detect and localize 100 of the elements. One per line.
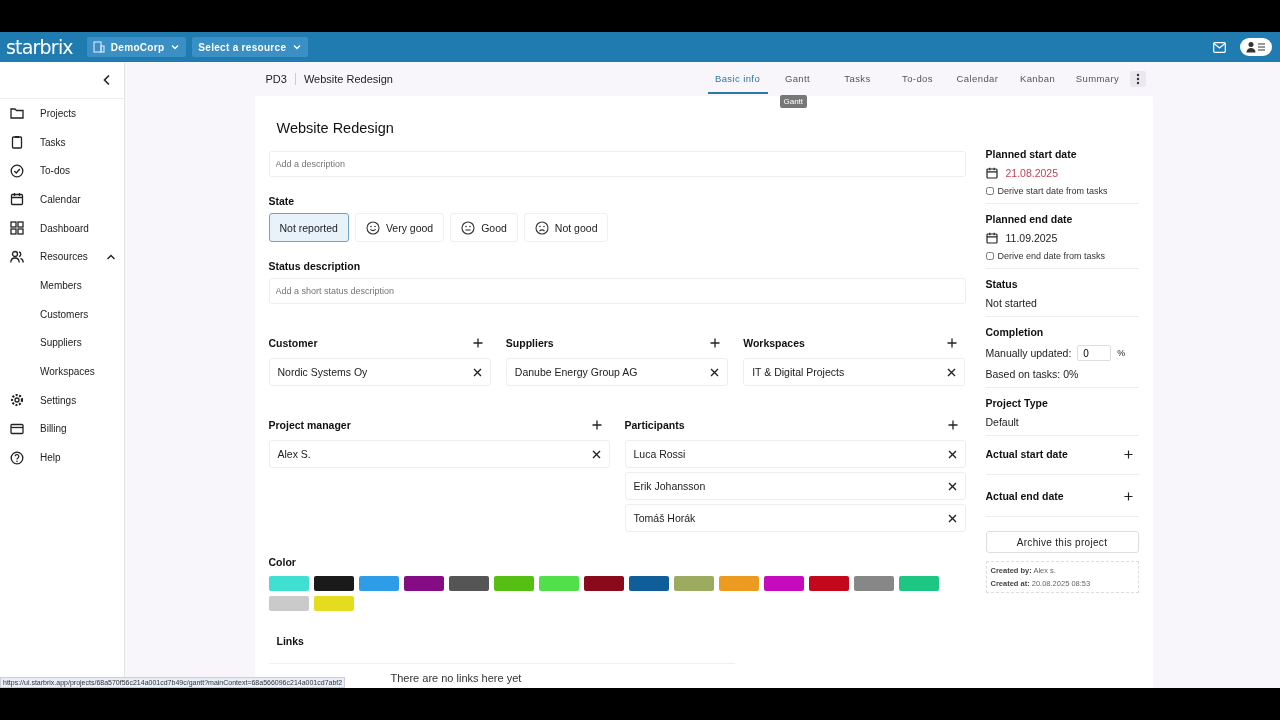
add-icon[interactable] bbox=[472, 338, 483, 348]
state-option[interactable]: Very good bbox=[354, 213, 445, 242]
tab[interactable]: Kanban bbox=[1007, 64, 1068, 94]
calendar-icon[interactable] bbox=[985, 167, 998, 179]
section-label: Links bbox=[276, 635, 304, 647]
status-description-field[interactable]: Add a short status description bbox=[268, 278, 966, 304]
help-icon bbox=[10, 450, 24, 465]
item-name: IT & Digital Projects bbox=[752, 366, 845, 378]
calendar-icon[interactable] bbox=[985, 232, 998, 244]
end-date[interactable]: 11.09.2025 bbox=[1005, 232, 1058, 244]
color-swatch[interactable] bbox=[403, 576, 444, 591]
checkbox[interactable] bbox=[985, 187, 994, 195]
item-name: Nordic Systems Oy bbox=[277, 366, 368, 378]
sidebar-subitem[interactable]: Workspaces bbox=[0, 357, 124, 386]
section-label: Color bbox=[268, 556, 296, 568]
state-option[interactable]: Not reported bbox=[268, 213, 349, 242]
color-swatch[interactable] bbox=[448, 576, 489, 591]
field-label: Completion bbox=[985, 326, 1045, 338]
collapse-icon[interactable] bbox=[102, 74, 112, 86]
tab[interactable]: To-dos bbox=[887, 64, 948, 94]
more-button[interactable] bbox=[1129, 71, 1146, 87]
color-swatch[interactable] bbox=[718, 576, 759, 591]
field-label: Status bbox=[985, 278, 1019, 290]
project-title[interactable]: Website Redesign bbox=[276, 120, 394, 136]
state-option[interactable]: Good bbox=[450, 213, 518, 242]
percent-sign: % bbox=[1117, 348, 1126, 358]
sidebar-subitem[interactable]: Customers bbox=[0, 299, 124, 329]
color-swatch[interactable] bbox=[673, 576, 714, 591]
add-icon[interactable] bbox=[1123, 491, 1133, 501]
close-icon[interactable] bbox=[472, 367, 482, 377]
color-swatch[interactable] bbox=[268, 576, 309, 591]
building-icon bbox=[92, 41, 105, 53]
field-label: Planned end date bbox=[985, 213, 1074, 225]
chevron-down-icon bbox=[170, 42, 181, 52]
start-date[interactable]: 21.08.2025 bbox=[1005, 167, 1059, 179]
sidebar-item[interactable]: Billing bbox=[0, 414, 124, 444]
checkbox[interactable] bbox=[985, 252, 994, 260]
field-label: Project Type bbox=[985, 397, 1049, 409]
sidebar-item[interactable]: Settings bbox=[0, 385, 124, 415]
sidebar-item[interactable]: Help bbox=[0, 443, 124, 472]
color-swatch[interactable] bbox=[493, 576, 534, 591]
checkbox-label: Derive end date from tasks bbox=[997, 251, 1106, 261]
user-menu-button[interactable] bbox=[1240, 38, 1272, 56]
check-circle-icon bbox=[10, 163, 24, 178]
tab[interactable]: Summary bbox=[1067, 64, 1128, 94]
close-icon[interactable] bbox=[947, 481, 957, 491]
chevron-up-icon[interactable] bbox=[106, 252, 116, 261]
close-icon[interactable] bbox=[710, 367, 720, 377]
close-icon[interactable] bbox=[591, 449, 601, 459]
completion-input[interactable]: 0 bbox=[1077, 345, 1112, 361]
tab[interactable]: Gantt bbox=[767, 64, 828, 94]
add-icon[interactable] bbox=[947, 420, 958, 430]
item-name: Danube Energy Group AG bbox=[514, 366, 638, 378]
color-swatch[interactable] bbox=[853, 576, 894, 591]
close-icon[interactable] bbox=[947, 449, 957, 459]
add-icon[interactable] bbox=[947, 338, 958, 348]
color-swatch[interactable] bbox=[763, 576, 804, 591]
color-swatch[interactable] bbox=[898, 576, 939, 591]
add-icon[interactable] bbox=[591, 420, 602, 430]
user-icon bbox=[1246, 41, 1266, 53]
section-label: Project manager bbox=[268, 419, 351, 431]
sidebar-subitem[interactable]: Suppliers bbox=[0, 328, 124, 358]
section-label: Customer bbox=[268, 337, 318, 349]
sidebar-item[interactable]: Resources bbox=[0, 242, 124, 272]
tab[interactable]: Tasks bbox=[827, 64, 888, 94]
resource-dropdown[interactable]: Select a resource bbox=[192, 37, 309, 57]
tab[interactable]: Calendar bbox=[947, 64, 1008, 94]
color-swatch[interactable] bbox=[358, 576, 399, 591]
more-vertical-icon bbox=[1135, 73, 1140, 85]
add-icon[interactable] bbox=[710, 338, 721, 348]
color-swatch[interactable] bbox=[583, 576, 624, 591]
sidebar-item[interactable]: To-dos bbox=[0, 156, 124, 186]
sidebar-item[interactable]: Dashboard bbox=[0, 213, 124, 243]
description-field[interactable]: Add a description bbox=[268, 151, 966, 177]
color-swatch[interactable] bbox=[538, 576, 579, 591]
smiley-icon bbox=[365, 220, 380, 235]
mail-icon[interactable] bbox=[1213, 41, 1226, 53]
close-icon[interactable] bbox=[947, 513, 957, 523]
add-icon[interactable] bbox=[1123, 449, 1133, 459]
neutral-face-icon bbox=[461, 220, 476, 235]
color-swatch[interactable] bbox=[313, 576, 354, 591]
sidebar-item[interactable]: Calendar bbox=[0, 185, 124, 214]
archive-button[interactable]: Archive this project bbox=[985, 531, 1139, 553]
tab[interactable]: Basic info bbox=[707, 64, 768, 94]
sidebar-subitem[interactable]: Members bbox=[0, 271, 124, 300]
dashboard-icon bbox=[10, 221, 24, 236]
section-label: Participants bbox=[624, 419, 685, 431]
color-swatch[interactable] bbox=[313, 596, 354, 611]
settings-icon bbox=[10, 393, 24, 408]
color-swatch[interactable] bbox=[628, 576, 669, 591]
color-swatch[interactable] bbox=[268, 596, 309, 611]
section-label: Status description bbox=[268, 260, 361, 272]
color-swatch[interactable] bbox=[808, 576, 849, 591]
close-icon[interactable] bbox=[947, 367, 957, 377]
sidebar-item[interactable]: Tasks bbox=[0, 127, 124, 157]
logo[interactable]: starbrix bbox=[6, 36, 73, 58]
organization-dropdown[interactable]: DemoCorp bbox=[86, 37, 187, 57]
person-name: Tomáš Horák bbox=[633, 512, 696, 524]
sidebar-item[interactable]: Projects bbox=[0, 99, 124, 128]
state-option[interactable]: Not good bbox=[523, 213, 609, 242]
